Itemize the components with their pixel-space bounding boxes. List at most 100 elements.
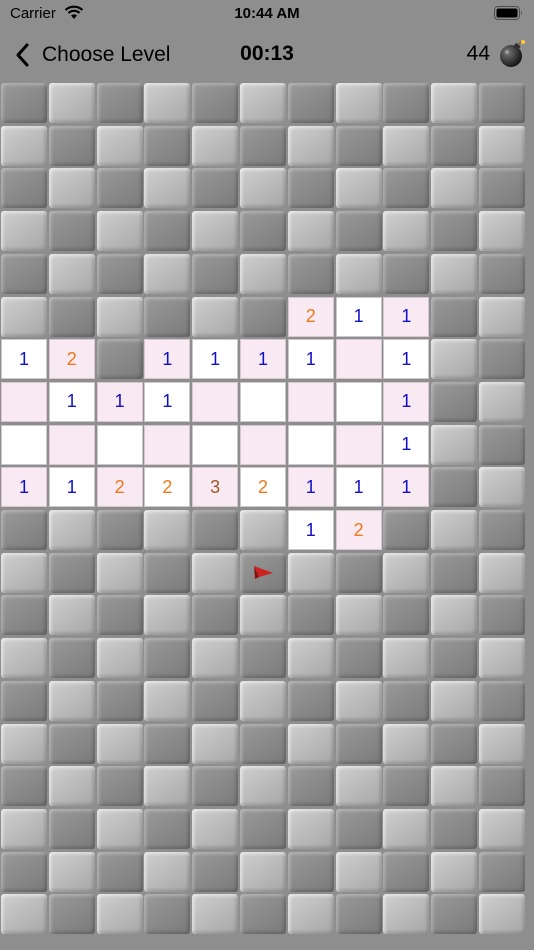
hidden-cell[interactable]: [144, 552, 191, 593]
hidden-cell[interactable]: [192, 851, 239, 892]
hidden-cell[interactable]: [383, 723, 430, 764]
hidden-cell[interactable]: [192, 510, 239, 550]
hidden-cell[interactable]: [335, 723, 382, 764]
hidden-cell[interactable]: [1, 125, 47, 166]
hidden-cell[interactable]: [1, 552, 47, 593]
hidden-cell[interactable]: [479, 381, 525, 422]
hidden-cell[interactable]: [287, 894, 334, 935]
hidden-cell[interactable]: [287, 851, 334, 892]
hidden-cell[interactable]: [383, 766, 430, 807]
hidden-cell[interactable]: [479, 552, 525, 593]
hidden-cell[interactable]: [1, 510, 47, 550]
hidden-cell[interactable]: [96, 168, 143, 209]
hidden-cell[interactable]: [479, 168, 525, 209]
hidden-cell[interactable]: [1, 851, 47, 892]
hidden-cell[interactable]: [335, 125, 382, 166]
hidden-cell[interactable]: [383, 808, 430, 849]
hidden-cell[interactable]: [431, 253, 478, 294]
hidden-cell[interactable]: [1, 253, 47, 294]
hidden-cell[interactable]: [240, 510, 286, 550]
hidden-cell[interactable]: [287, 680, 334, 721]
hidden-cell[interactable]: [479, 125, 525, 166]
hidden-cell[interactable]: [287, 253, 334, 294]
hidden-cell[interactable]: [144, 296, 191, 337]
hidden-cell[interactable]: [48, 83, 95, 123]
hidden-cell[interactable]: [383, 83, 430, 123]
hidden-cell[interactable]: [383, 595, 430, 636]
hidden-cell[interactable]: [479, 253, 525, 294]
hidden-cell[interactable]: [192, 296, 239, 337]
hidden-cell[interactable]: [431, 595, 478, 636]
hidden-cell[interactable]: [48, 894, 95, 935]
hidden-cell[interactable]: [240, 125, 286, 166]
hidden-cell[interactable]: [479, 339, 525, 380]
hidden-cell[interactable]: [48, 595, 95, 636]
hidden-cell[interactable]: [479, 680, 525, 721]
hidden-cell[interactable]: [1, 168, 47, 209]
hidden-cell[interactable]: [431, 168, 478, 209]
hidden-cell[interactable]: [335, 894, 382, 935]
hidden-cell[interactable]: [192, 552, 239, 593]
hidden-cell[interactable]: [48, 638, 95, 679]
hidden-cell[interactable]: [96, 125, 143, 166]
hidden-cell[interactable]: [431, 851, 478, 892]
hidden-cell[interactable]: [383, 894, 430, 935]
hidden-cell[interactable]: [1, 638, 47, 679]
hidden-cell[interactable]: [144, 253, 191, 294]
hidden-cell[interactable]: [431, 211, 478, 252]
hidden-cell[interactable]: [383, 638, 430, 679]
hidden-cell[interactable]: [144, 766, 191, 807]
hidden-cell[interactable]: [287, 211, 334, 252]
hidden-cell[interactable]: [335, 851, 382, 892]
hidden-cell[interactable]: [335, 168, 382, 209]
hidden-cell[interactable]: [240, 296, 286, 337]
hidden-cell[interactable]: [287, 808, 334, 849]
hidden-cell[interactable]: [144, 894, 191, 935]
hidden-cell[interactable]: [192, 125, 239, 166]
hidden-cell[interactable]: [96, 595, 143, 636]
hidden-cell[interactable]: [144, 595, 191, 636]
hidden-cell[interactable]: [48, 510, 95, 550]
hidden-cell[interactable]: [48, 211, 95, 252]
hidden-cell[interactable]: [335, 766, 382, 807]
hidden-cell[interactable]: [144, 168, 191, 209]
hidden-cell[interactable]: [431, 766, 478, 807]
hidden-cell[interactable]: [335, 253, 382, 294]
hidden-cell[interactable]: [48, 125, 95, 166]
hidden-cell[interactable]: [431, 339, 478, 380]
hidden-cell[interactable]: [335, 595, 382, 636]
hidden-cell[interactable]: [383, 680, 430, 721]
hidden-cell[interactable]: [335, 808, 382, 849]
hidden-cell[interactable]: [479, 83, 525, 123]
hidden-cell[interactable]: [383, 168, 430, 209]
hidden-cell[interactable]: [335, 680, 382, 721]
hidden-cell[interactable]: [335, 638, 382, 679]
hidden-cell[interactable]: [287, 552, 334, 593]
hidden-cell[interactable]: [431, 723, 478, 764]
hidden-cell[interactable]: [431, 680, 478, 721]
hidden-cell[interactable]: [1, 766, 47, 807]
hidden-cell[interactable]: [192, 253, 239, 294]
hidden-cell[interactable]: [96, 766, 143, 807]
hidden-cell[interactable]: [479, 894, 525, 935]
hidden-cell[interactable]: [240, 253, 286, 294]
hidden-cell[interactable]: [479, 638, 525, 679]
hidden-cell[interactable]: [479, 851, 525, 892]
hidden-cell[interactable]: [287, 766, 334, 807]
hidden-cell[interactable]: [192, 723, 239, 764]
hidden-cell[interactable]: [96, 510, 143, 550]
hidden-cell[interactable]: [192, 680, 239, 721]
hidden-cell[interactable]: [96, 723, 143, 764]
hidden-cell[interactable]: [431, 83, 478, 123]
hidden-cell[interactable]: [431, 638, 478, 679]
hidden-cell[interactable]: [240, 894, 286, 935]
hidden-cell[interactable]: [192, 766, 239, 807]
hidden-cell[interactable]: [192, 894, 239, 935]
hidden-cell[interactable]: [192, 595, 239, 636]
hidden-cell[interactable]: [431, 808, 478, 849]
hidden-cell[interactable]: [240, 211, 286, 252]
hidden-cell[interactable]: [431, 296, 478, 337]
hidden-cell[interactable]: [479, 808, 525, 849]
hidden-cell[interactable]: [240, 83, 286, 123]
hidden-cell[interactable]: [144, 808, 191, 849]
